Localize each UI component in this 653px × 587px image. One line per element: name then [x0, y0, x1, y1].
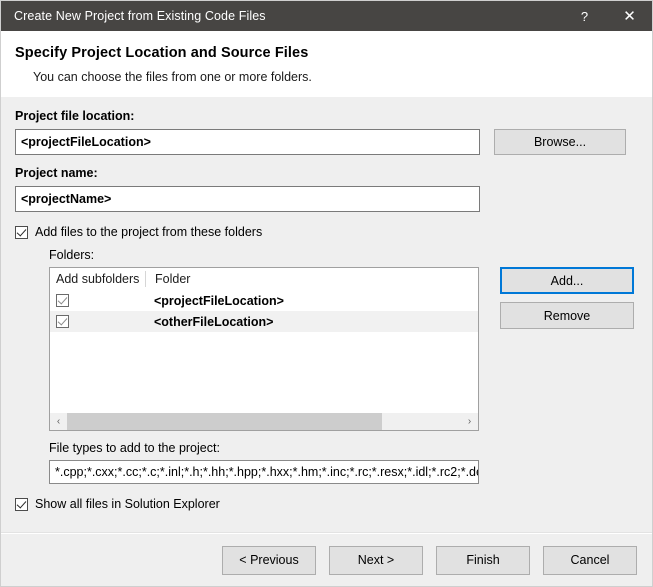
help-icon[interactable]: ? — [562, 1, 607, 31]
folders-section: Add subfolders Folder <projectFileLocati… — [15, 262, 638, 431]
finish-button[interactable]: Finish — [436, 546, 530, 575]
header-band: Specify Project Location and Source File… — [1, 31, 652, 97]
browse-button[interactable]: Browse... — [494, 129, 626, 155]
dialog-window: Create New Project from Existing Code Fi… — [0, 0, 653, 587]
show-all-files-checkbox[interactable] — [15, 498, 28, 511]
next-button[interactable]: Next > — [329, 546, 423, 575]
folders-label: Folders: — [15, 239, 638, 262]
row-folder-value: <otherFileLocation> — [145, 315, 273, 329]
close-icon[interactable]: ✕ — [607, 1, 652, 31]
table-row[interactable]: <projectFileLocation> — [50, 290, 478, 311]
project-name-label: Project name: — [15, 155, 638, 180]
project-name-input[interactable]: <projectName> — [15, 186, 480, 212]
previous-button[interactable]: < Previous — [222, 546, 316, 575]
row-folder-value: <projectFileLocation> — [145, 294, 284, 308]
add-subfolders-checkbox[interactable] — [56, 294, 69, 307]
row-checkbox-cell[interactable] — [50, 315, 145, 328]
project-file-location-input[interactable]: <projectFileLocation> — [15, 129, 480, 155]
project-file-location-row: <projectFileLocation> Browse... — [15, 123, 638, 155]
project-file-location-label: Project file location: — [15, 97, 638, 123]
scrollbar-track[interactable] — [67, 413, 461, 430]
button-bar: < Previous Next > Finish Cancel — [1, 534, 652, 586]
add-button[interactable]: Add... — [500, 267, 634, 294]
add-subfolders-checkbox[interactable] — [56, 315, 69, 328]
show-all-files-checkbox-label: Show all files in Solution Explorer — [35, 497, 220, 511]
page-title: Specify Project Location and Source File… — [15, 31, 652, 61]
add-files-checkbox[interactable] — [15, 226, 28, 239]
scroll-right-arrow-icon[interactable]: › — [461, 413, 478, 430]
window-controls: ? ✕ — [562, 1, 652, 31]
project-name-row: <projectName> — [15, 180, 638, 212]
title-bar: Create New Project from Existing Code Fi… — [1, 1, 652, 31]
file-types-input[interactable]: *.cpp;*.cxx;*.cc;*.c;*.inl;*.h;*.hh;*.hp… — [49, 460, 479, 484]
horizontal-scrollbar[interactable]: ‹ › — [50, 412, 478, 430]
add-files-checkbox-label: Add files to the project from these fold… — [35, 225, 262, 239]
scroll-left-arrow-icon[interactable]: ‹ — [50, 413, 67, 430]
column-header-folder[interactable]: Folder — [146, 272, 190, 286]
folders-listbox[interactable]: Add subfolders Folder <projectFileLocati… — [49, 267, 479, 431]
row-checkbox-cell[interactable] — [50, 294, 145, 307]
folder-action-buttons: Add... Remove — [500, 267, 634, 329]
show-all-files-checkbox-row[interactable]: Show all files in Solution Explorer — [15, 484, 638, 511]
table-row[interactable]: <otherFileLocation> — [50, 311, 478, 332]
column-header-add-subfolders[interactable]: Add subfolders — [50, 272, 145, 286]
window-title: Create New Project from Existing Code Fi… — [1, 9, 266, 23]
folders-list-header: Add subfolders Folder — [50, 268, 478, 290]
add-files-checkbox-row[interactable]: Add files to the project from these fold… — [15, 212, 638, 239]
remove-button[interactable]: Remove — [500, 302, 634, 329]
file-types-row: *.cpp;*.cxx;*.cc;*.c;*.inl;*.h;*.hh;*.hp… — [15, 455, 638, 484]
scrollbar-thumb[interactable] — [67, 413, 382, 430]
cancel-button[interactable]: Cancel — [543, 546, 637, 575]
file-types-label: File types to add to the project: — [15, 431, 638, 455]
dialog-body: Project file location: <projectFileLocat… — [1, 97, 652, 532]
page-subtitle: You can choose the files from one or mor… — [15, 61, 652, 84]
